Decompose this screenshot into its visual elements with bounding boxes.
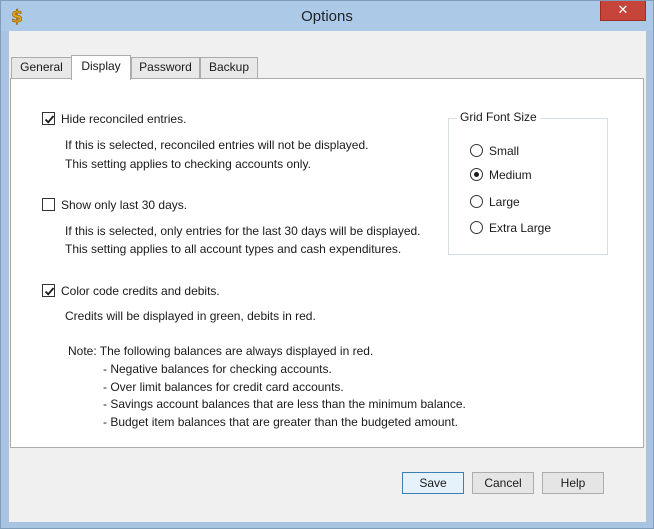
radio-extra-large[interactable] <box>470 221 483 234</box>
tab-password[interactable]: Password <box>131 57 200 78</box>
dialog-client: General Display Password Backup Hide rec… <box>9 31 646 522</box>
window-title: Options <box>301 8 353 25</box>
note-item: - Savings account balances that are less… <box>103 397 466 411</box>
save-button[interactable]: Save <box>402 472 464 494</box>
show-last-30-label[interactable]: Show only last 30 days. <box>61 198 187 212</box>
note-item: - Budget item balances that are greater … <box>103 415 458 429</box>
radio-medium-label[interactable]: Medium <box>489 168 532 182</box>
note-heading: Note: The following balances are always … <box>68 344 374 358</box>
radio-large-label[interactable]: Large <box>489 195 520 209</box>
radio-large[interactable] <box>470 195 483 208</box>
hide-reconciled-label[interactable]: Hide reconciled entries. <box>61 112 186 126</box>
hide-reconciled-desc-2: This setting applies to checking account… <box>65 157 311 171</box>
color-code-desc-1: Credits will be displayed in green, debi… <box>65 309 316 323</box>
cancel-button[interactable]: Cancel <box>472 472 534 494</box>
note-item: - Over limit balances for credit card ac… <box>103 380 344 394</box>
tab-general[interactable]: General <box>11 57 72 78</box>
checkmark-icon <box>44 287 55 296</box>
radio-small-label[interactable]: Small <box>489 144 519 158</box>
checkmark-icon <box>44 115 55 124</box>
show-last-30-desc-2: This setting applies to all account type… <box>65 242 402 256</box>
grid-font-size-group: Grid Font Size Small Medium Large Extra … <box>448 110 608 255</box>
title-bar[interactable]: $ Options ✕ <box>1 1 653 31</box>
tab-backup[interactable]: Backup <box>200 57 258 78</box>
close-button[interactable]: ✕ <box>600 1 646 21</box>
hide-reconciled-desc-1: If this is selected, reconciled entries … <box>65 138 369 152</box>
tab-display[interactable]: Display <box>71 55 131 80</box>
radio-extra-large-label[interactable]: Extra Large <box>489 221 551 235</box>
radio-small[interactable] <box>470 144 483 157</box>
note-item: - Negative balances for checking account… <box>103 362 332 376</box>
show-last-30-checkbox[interactable] <box>42 198 55 211</box>
radio-medium[interactable] <box>470 168 483 181</box>
hide-reconciled-checkbox[interactable] <box>42 112 55 125</box>
show-last-30-desc-1: If this is selected, only entries for th… <box>65 224 421 238</box>
grid-font-size-title: Grid Font Size <box>457 110 540 124</box>
options-window: $ Options ✕ General Display Password Bac… <box>0 0 654 529</box>
color-code-checkbox[interactable] <box>42 284 55 297</box>
color-code-label[interactable]: Color code credits and debits. <box>61 284 220 298</box>
help-button[interactable]: Help <box>542 472 604 494</box>
display-panel: Hide reconciled entries. If this is sele… <box>10 78 644 448</box>
